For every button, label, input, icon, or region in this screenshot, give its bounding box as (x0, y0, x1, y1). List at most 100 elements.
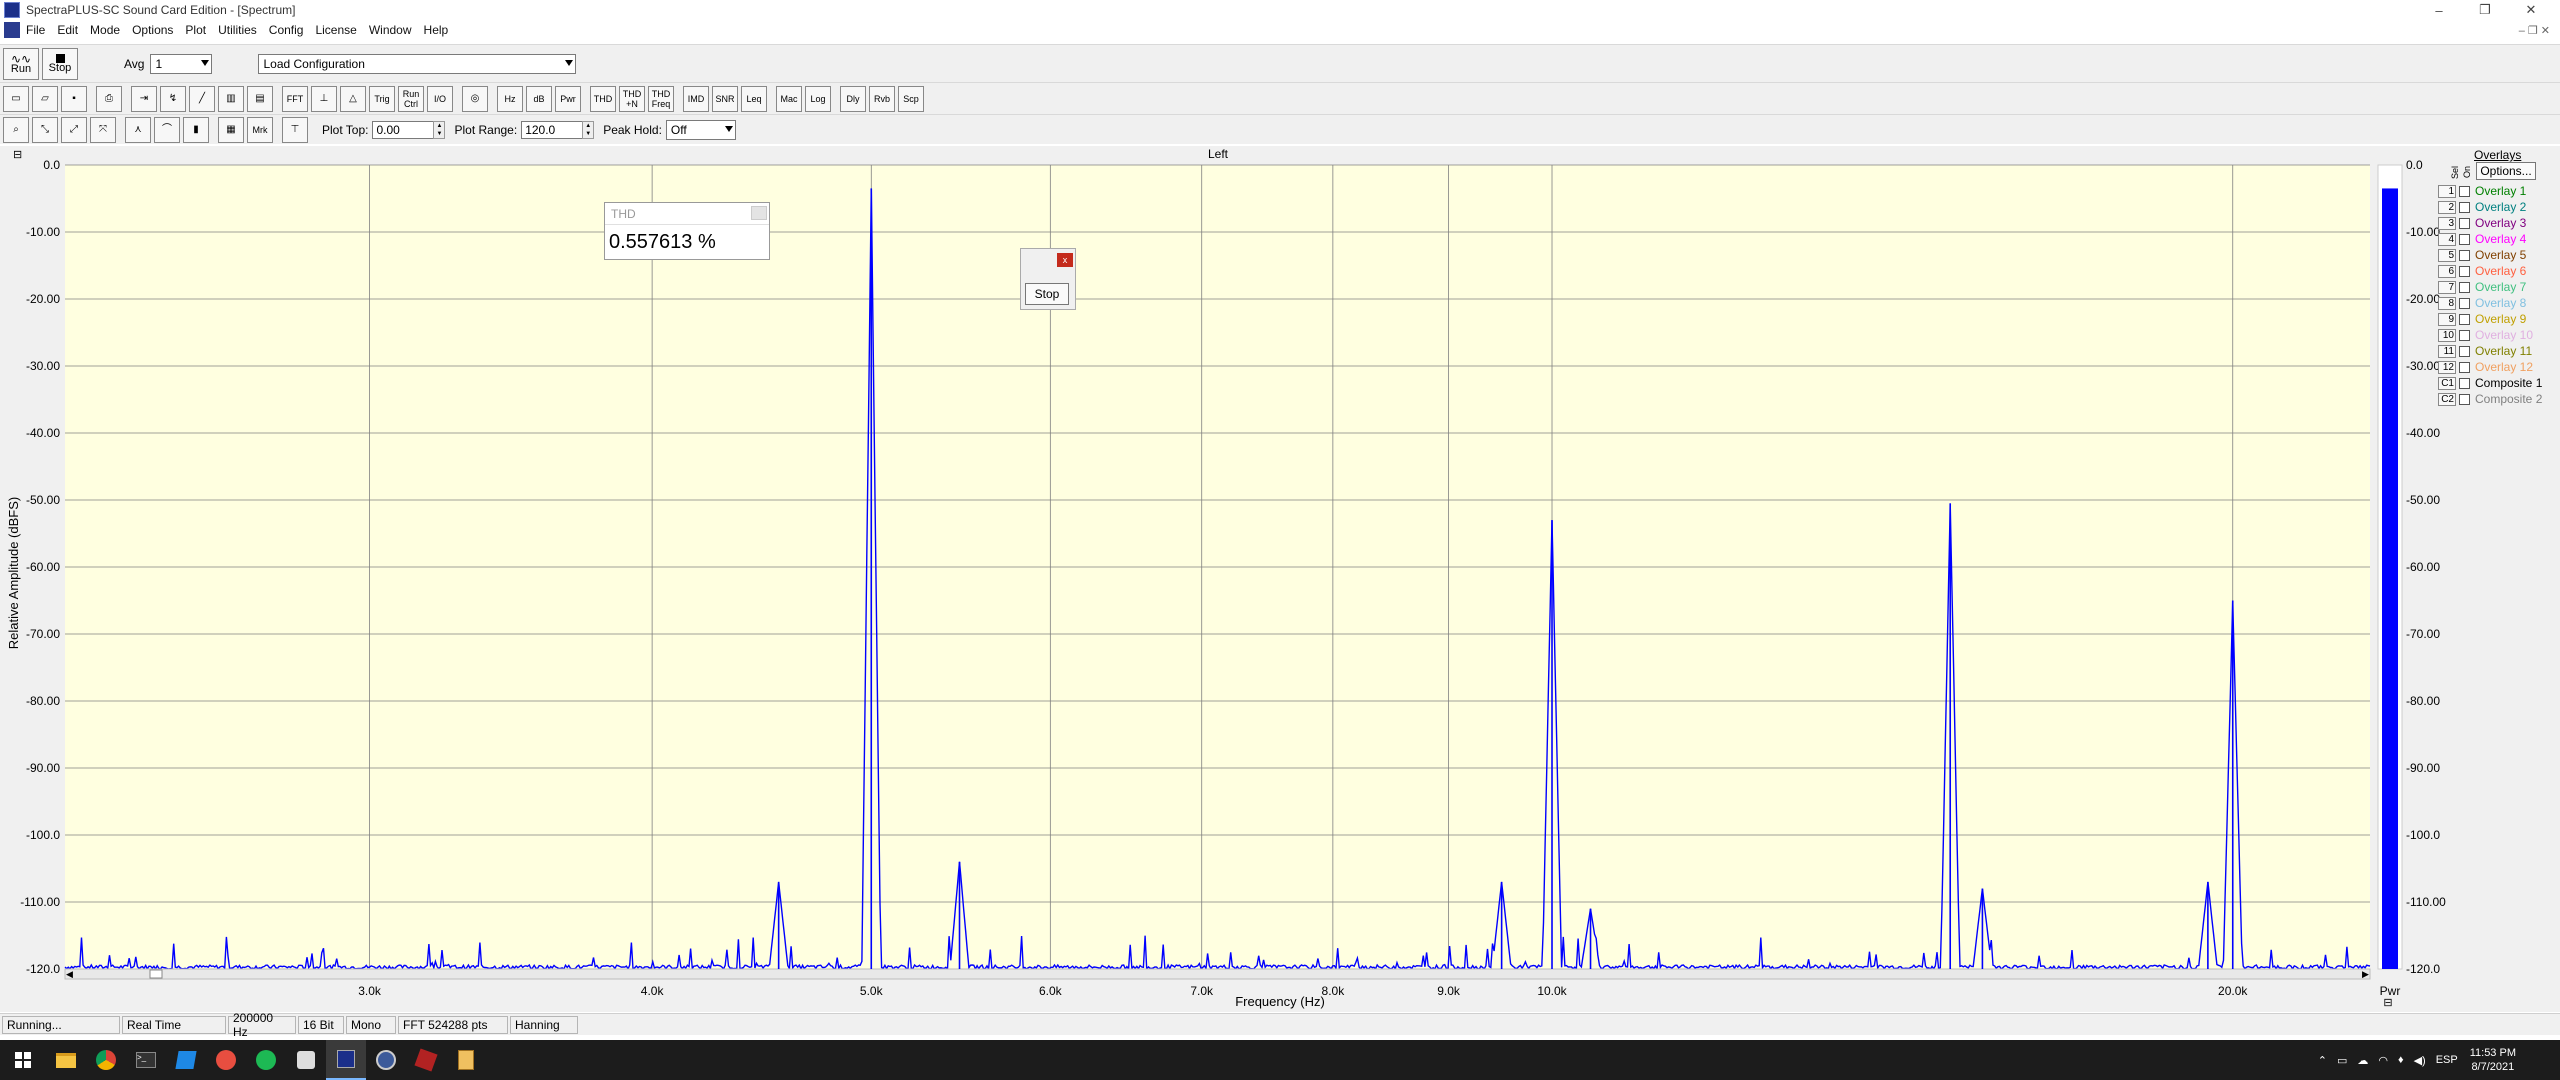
discord-icon[interactable] (206, 1040, 246, 1080)
scroll-right-icon[interactable]: ▶ (2362, 969, 2369, 979)
overlay-label: Overlay 2 (2475, 200, 2527, 214)
clock-date: 8/7/2021 (2471, 1061, 2515, 1073)
x-tick-label: 3.0k (358, 984, 382, 998)
overlay-checkbox[interactable] (2459, 345, 2470, 357)
terminal-icon[interactable]: >_ (126, 1040, 166, 1080)
x-tick-label: 9.0k (1437, 984, 1461, 998)
overlay-select-button[interactable]: 8 (2438, 296, 2456, 310)
scrollbar-thumb[interactable] (149, 969, 163, 979)
close-icon[interactable]: x (1057, 253, 1073, 267)
scroll-left-icon[interactable]: ◀ (66, 969, 73, 979)
cloud-icon[interactable]: ☁ (2357, 1054, 2368, 1067)
y-tick-label: -30.00 (26, 359, 60, 373)
network-icon[interactable]: ▭ (2337, 1054, 2347, 1067)
overlay-checkbox[interactable] (2459, 361, 2470, 373)
overlay-select-button[interactable]: 6 (2438, 264, 2456, 278)
overlay-select-button[interactable]: 3 (2438, 216, 2456, 230)
x-tick-label: 5.0k (860, 984, 884, 998)
spectrum-plot[interactable]: ⊟ Left 0.0 -10.00 -20.00 -30.00 -40.00 -50.00… (0, 0, 2560, 1012)
collapse-icon[interactable]: ⊟ (13, 149, 22, 161)
clock[interactable]: 11:53 PM 8/7/2021 (2470, 1046, 2516, 1074)
overlay-label: Composite 1 (2475, 376, 2543, 390)
y-tick-label: -100.0 (26, 828, 60, 842)
thd-window[interactable]: THD 0.557613 % (604, 202, 770, 260)
microphone-icon[interactable]: ♦ (2398, 1054, 2404, 1066)
overlay-checkbox[interactable] (2459, 297, 2470, 309)
overlay-options-button[interactable]: Options... (2476, 162, 2536, 180)
overlay-select-button[interactable]: 9 (2438, 312, 2456, 326)
overlay-select-button[interactable]: 4 (2438, 232, 2456, 246)
overlay-select-button[interactable]: 10 (2438, 328, 2456, 342)
overlay-row: 2 Overlay 2 (2438, 199, 2558, 215)
power-tick-label: 0.0 (2406, 158, 2423, 172)
dialog-stop-button[interactable]: Stop (1025, 283, 1069, 305)
chevron-up-icon[interactable]: ⌃ (2318, 1054, 2327, 1067)
power-label: Pwr (2380, 984, 2401, 998)
spectraplus-icon[interactable] (326, 1040, 366, 1080)
overlay-row: 6 Overlay 6 (2438, 263, 2558, 279)
overlay-checkbox[interactable] (2459, 201, 2470, 213)
y-tick-label: -20.00 (26, 292, 60, 306)
spotify-icon[interactable] (246, 1040, 286, 1080)
y-tick-label: 0.0 (43, 158, 60, 172)
status-mode: Real Time (122, 1015, 226, 1034)
language-indicator[interactable]: ESP (2436, 1054, 2458, 1066)
guitar-app-icon[interactable] (406, 1040, 446, 1080)
power-tick-label: -120.0 (2406, 962, 2440, 976)
document-app-icon[interactable] (446, 1040, 486, 1080)
y-tick-label: -80.00 (26, 694, 60, 708)
overlay-row: C2 Composite 2 (2438, 391, 2558, 407)
overlay-checkbox[interactable] (2459, 377, 2470, 389)
close-icon[interactable] (751, 206, 767, 220)
overlay-select-button[interactable]: 2 (2438, 200, 2456, 214)
wifi-icon[interactable]: ◠ (2378, 1054, 2388, 1067)
overlay-row: 8 Overlay 8 (2438, 295, 2558, 311)
power-tick-label: -100.0 (2406, 828, 2440, 842)
overlay-select-button[interactable]: 11 (2438, 344, 2456, 358)
overlay-checkbox[interactable] (2459, 233, 2470, 245)
power-tick-label: -20.00 (2406, 292, 2440, 306)
overlay-label: Overlay 4 (2475, 232, 2527, 246)
overlay-select-button[interactable]: 7 (2438, 280, 2456, 294)
power-tick-label: -50.00 (2406, 493, 2440, 507)
overlay-list: 1 Overlay 1 2 Overlay 2 3 Overlay 3 4 Overlay 4… (2438, 183, 2558, 407)
windows-start-icon[interactable] (0, 1040, 46, 1080)
overlay-select-button[interactable]: C1 (2438, 376, 2456, 390)
status-fft-size: FFT 524288 pts (398, 1015, 508, 1034)
overlay-row: 5 Overlay 5 (2438, 247, 2558, 263)
overlay-checkbox[interactable] (2459, 185, 2470, 197)
overlay-row: C1 Composite 1 (2438, 375, 2558, 391)
thd-value: 0.557613 % (609, 231, 716, 253)
overlay-checkbox[interactable] (2459, 281, 2470, 293)
overlay-row: 4 Overlay 4 (2438, 231, 2558, 247)
file-explorer-icon[interactable] (46, 1040, 86, 1080)
status-bit-depth: 16 Bit (298, 1015, 344, 1034)
overlay-select-button[interactable]: 5 (2438, 248, 2456, 262)
chrome-icon[interactable] (86, 1040, 126, 1080)
audio-tool-icon[interactable] (286, 1040, 326, 1080)
overlay-checkbox[interactable] (2459, 329, 2470, 341)
collapse-icon[interactable]: ⊟ (2383, 997, 2392, 1009)
overlay-select-button[interactable]: 12 (2438, 360, 2456, 374)
volume-icon[interactable]: ◀) (2414, 1054, 2426, 1067)
overlay-checkbox[interactable] (2459, 393, 2470, 405)
overlay-checkbox[interactable] (2459, 249, 2470, 261)
power-tick-label: -70.00 (2406, 627, 2440, 641)
vpn-icon[interactable] (366, 1040, 406, 1080)
overlay-checkbox[interactable] (2459, 313, 2470, 325)
overlay-checkbox[interactable] (2459, 217, 2470, 229)
overlay-select-button[interactable]: C2 (2438, 392, 2456, 406)
overlay-row: 7 Overlay 7 (2438, 279, 2558, 295)
vscode-icon[interactable] (166, 1040, 206, 1080)
y-tick-label: -40.00 (26, 426, 60, 440)
horizontal-scrollbar[interactable] (64, 968, 2371, 980)
overlay-row: 10 Overlay 10 (2438, 327, 2558, 343)
overlay-label: Overlay 12 (2475, 360, 2534, 374)
thd-title: THD (611, 206, 636, 221)
overlay-select-button[interactable]: 1 (2438, 184, 2456, 198)
overlay-row: 12 Overlay 12 (2438, 359, 2558, 375)
sel-label: Sel (2450, 166, 2460, 180)
overlay-checkbox[interactable] (2459, 265, 2470, 277)
y-axis-label: Relative Amplitude (dBFS) (6, 497, 21, 649)
power-tick-label: -90.00 (2406, 761, 2440, 775)
